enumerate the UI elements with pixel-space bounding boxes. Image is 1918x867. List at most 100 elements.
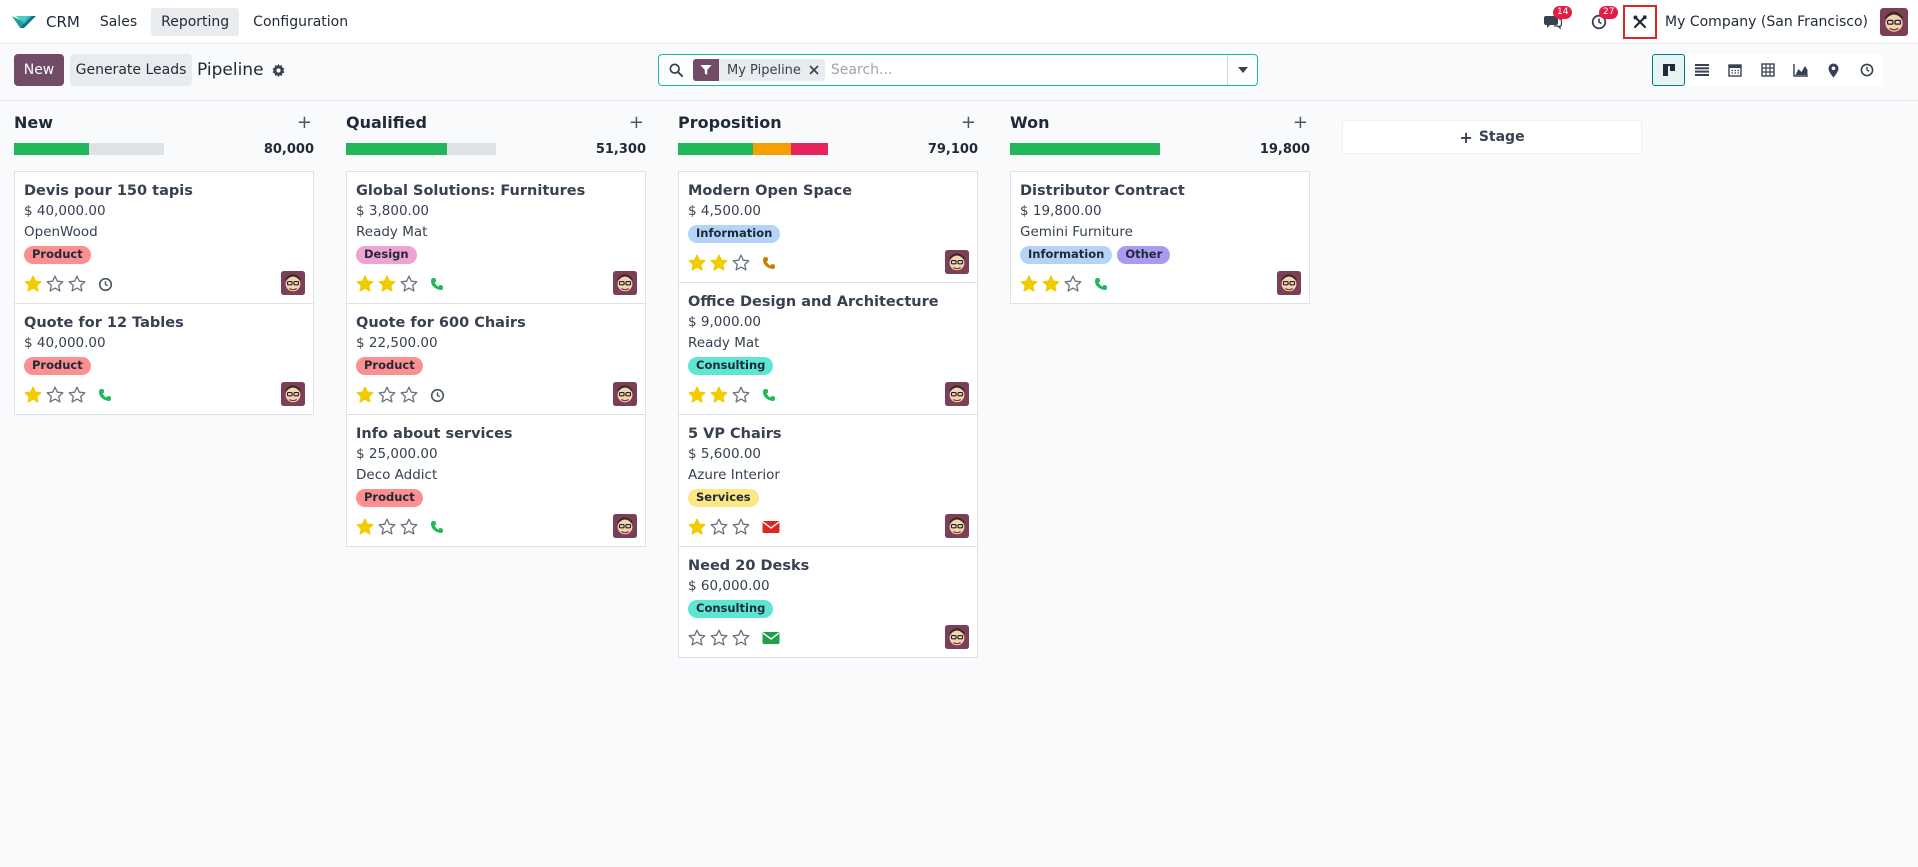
lead-card[interactable]: Global Solutions: Furnitures $ 3,800.00 Re… [347,172,645,304]
star-icon[interactable] [1042,275,1060,293]
phone-icon[interactable] [430,520,444,534]
column-progress-bar[interactable] [1010,143,1160,155]
debug-tools-button[interactable] [1623,5,1658,39]
pivot-view-button[interactable] [1751,54,1784,86]
star-icon[interactable] [400,275,418,293]
progress-segment[interactable] [14,143,89,155]
star-icon[interactable] [46,386,64,404]
star-icon[interactable] [710,518,728,536]
salesperson-avatar[interactable] [1277,271,1301,295]
app-brand[interactable]: CRM [10,0,80,44]
star-icon[interactable] [356,518,374,536]
user-avatar[interactable] [1880,8,1908,36]
progress-segment[interactable] [753,143,791,155]
progress-segment[interactable] [678,143,753,155]
activity-indicator[interactable] [430,277,444,291]
quick-create-button[interactable]: + [297,112,314,133]
salesperson-avatar[interactable] [613,271,637,295]
facet-remove[interactable] [809,65,825,75]
salesperson-avatar[interactable] [945,250,969,274]
star-icon[interactable] [24,386,42,404]
activity-indicator[interactable] [98,277,113,292]
quick-create-button[interactable]: + [1293,112,1310,133]
add-stage-button[interactable]: + Stage [1342,120,1642,154]
progress-segment[interactable] [89,143,164,155]
phone-icon[interactable] [762,388,776,402]
lead-card[interactable]: Need 20 Desks $ 60,000.00 Consulting [679,547,977,657]
star-icon[interactable] [378,386,396,404]
star-icon[interactable] [688,629,706,647]
star-icon[interactable] [732,629,750,647]
phone-icon[interactable] [1094,277,1108,291]
lead-card[interactable]: Modern Open Space $ 4,500.00 Information [679,172,977,283]
star-icon[interactable] [356,386,374,404]
salesperson-avatar[interactable] [613,382,637,406]
star-icon[interactable] [68,275,86,293]
progress-segment[interactable] [1010,143,1160,155]
lead-card[interactable]: Quote for 600 Chairs $ 22,500.00 Product [347,304,645,415]
lead-card[interactable]: Distributor Contract $ 19,800.00 Gemini Fu… [1011,172,1309,303]
star-icon[interactable] [378,518,396,536]
star-icon[interactable] [1064,275,1082,293]
star-icon[interactable] [24,275,42,293]
lead-card[interactable]: 5 VP Chairs $ 5,600.00 Azure Interior Servi… [679,415,977,547]
salesperson-avatar[interactable] [945,514,969,538]
star-icon[interactable] [732,518,750,536]
star-icon[interactable] [378,275,396,293]
star-icon[interactable] [356,275,374,293]
clock-icon[interactable] [430,388,445,403]
quick-create-button[interactable]: + [629,112,646,133]
new-button[interactable]: New [14,54,64,86]
phone-icon[interactable] [762,256,776,270]
progress-segment[interactable] [790,143,828,155]
envelope-icon[interactable] [762,520,780,534]
activity-indicator[interactable] [762,388,776,402]
list-view-button[interactable] [1685,54,1718,86]
graph-view-button[interactable] [1784,54,1817,86]
lead-card[interactable]: Quote for 12 Tables $ 40,000.00 Product [15,304,313,414]
calendar-view-button[interactable] [1718,54,1751,86]
search-options-toggle[interactable] [1227,55,1257,85]
activity-view-button[interactable] [1850,54,1883,86]
activity-indicator[interactable] [762,256,776,270]
activity-indicator[interactable] [762,520,780,534]
star-icon[interactable] [688,386,706,404]
kanban-view-button[interactable] [1652,54,1685,86]
column-progress-bar[interactable] [14,143,164,155]
star-icon[interactable] [68,386,86,404]
salesperson-avatar[interactable] [945,625,969,649]
column-progress-bar[interactable] [346,143,496,155]
gear-icon[interactable] [272,63,285,77]
activity-indicator[interactable] [430,520,444,534]
quick-create-button[interactable]: + [961,112,978,133]
star-icon[interactable] [400,518,418,536]
clock-icon[interactable] [98,277,113,292]
star-icon[interactable] [710,254,728,272]
star-icon[interactable] [732,254,750,272]
lead-card[interactable]: Devis pour 150 tapis $ 40,000.00 OpenWood P… [15,172,313,304]
salesperson-avatar[interactable] [613,514,637,538]
generate-leads-button[interactable]: Generate Leads [70,54,192,86]
progress-segment[interactable] [446,143,496,155]
salesperson-avatar[interactable] [945,382,969,406]
lead-card[interactable]: Office Design and Architecture $ 9,000.00… [679,283,977,415]
activity-indicator[interactable] [98,388,112,402]
star-icon[interactable] [710,386,728,404]
activity-indicator[interactable] [1094,277,1108,291]
company-switcher[interactable]: My Company (San Francisco) [1665,14,1868,30]
search-facet[interactable]: My Pipeline [693,59,825,81]
activity-indicator[interactable] [762,631,780,645]
envelope-icon[interactable] [762,631,780,645]
star-icon[interactable] [688,254,706,272]
menu-reporting[interactable]: Reporting [151,7,240,36]
star-icon[interactable] [400,386,418,404]
progress-segment[interactable] [346,143,447,155]
star-icon[interactable] [688,518,706,536]
column-progress-bar[interactable] [678,143,828,155]
star-icon[interactable] [1020,275,1038,293]
salesperson-avatar[interactable] [281,382,305,406]
map-view-button[interactable] [1817,54,1850,86]
search-input[interactable] [830,62,1227,78]
star-icon[interactable] [46,275,64,293]
messaging-menu[interactable]: 14 [1535,4,1573,40]
